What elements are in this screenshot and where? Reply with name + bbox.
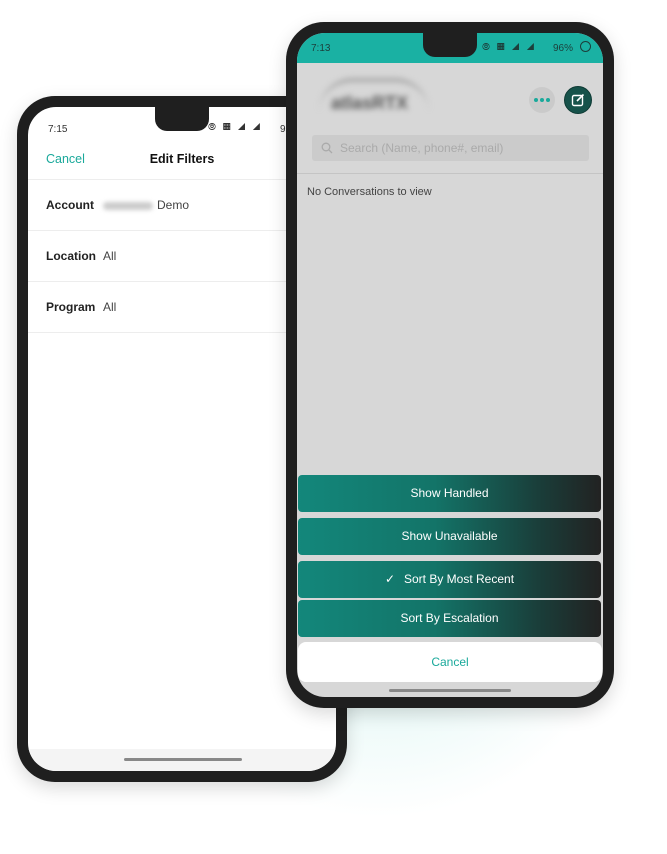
- filter-label: Account: [46, 198, 94, 212]
- action-sheet-cancel-button[interactable]: Cancel: [298, 642, 602, 682]
- home-indicator[interactable]: [124, 758, 242, 761]
- status-time: 7:15: [48, 124, 68, 135]
- filter-value: All: [103, 249, 117, 263]
- compose-icon: [571, 93, 585, 107]
- show-handled-option[interactable]: Show Handled: [298, 475, 601, 512]
- brand-logo: atlasRTX: [319, 78, 429, 113]
- filter-row-account[interactable]: Account Demo: [28, 180, 328, 231]
- camera-notch: [155, 107, 209, 131]
- phone-conversations: 7:13 ⦾ ▦ ◢ ◢ 96% atlasRTX Search (Name, …: [286, 22, 614, 708]
- home-indicator[interactable]: [389, 689, 511, 692]
- header-divider: [297, 173, 603, 174]
- option-label: Show Unavailable: [401, 529, 498, 543]
- option-label: Show Handled: [410, 486, 489, 500]
- filter-value: All: [103, 300, 117, 314]
- status-time: 7:13: [311, 43, 331, 54]
- filter-value-text: Demo: [157, 198, 190, 212]
- show-unavailable-option[interactable]: Show Unavailable: [298, 518, 601, 555]
- more-options-button[interactable]: [529, 87, 555, 113]
- battery-text: 9: [280, 124, 286, 135]
- checkmark-icon: ✓: [384, 572, 395, 586]
- sort-escalation-option[interactable]: Sort By Escalation: [298, 600, 601, 637]
- camera-notch: [423, 33, 477, 57]
- redacted-text: [103, 201, 153, 210]
- option-label: Sort By Most Recent: [404, 572, 515, 586]
- more-horizontal-icon: [534, 98, 538, 102]
- filter-row-location[interactable]: Location All: [28, 231, 328, 282]
- logo-text: atlasRTX: [331, 93, 409, 113]
- filter-label: Program: [46, 300, 96, 314]
- cancel-label: Cancel: [431, 655, 469, 669]
- compose-button[interactable]: [564, 86, 592, 114]
- status-icons: ⦾ ▦ ◢ ◢: [482, 42, 537, 53]
- battery-ring-icon: [580, 41, 591, 52]
- filter-label: Location: [46, 249, 96, 263]
- search-placeholder: Search (Name, phone#, email): [340, 141, 504, 155]
- conversations-screen: 7:13 ⦾ ▦ ◢ ◢ 96% atlasRTX Search (Name, …: [297, 33, 603, 697]
- option-label: Sort By Escalation: [400, 611, 499, 625]
- status-icons: ⦾ ▦ ◢ ◢: [208, 122, 263, 133]
- search-input[interactable]: Search (Name, phone#, email): [312, 135, 589, 161]
- empty-state-message: No Conversations to view: [307, 186, 432, 198]
- search-icon: [321, 142, 333, 154]
- battery-text: 96%: [553, 43, 574, 54]
- page-title-text: Edit Filters: [149, 152, 215, 166]
- filter-row-program[interactable]: Program All: [28, 282, 328, 333]
- filter-value: Demo: [103, 198, 189, 212]
- sort-most-recent-option[interactable]: ✓ Sort By Most Recent: [298, 561, 601, 598]
